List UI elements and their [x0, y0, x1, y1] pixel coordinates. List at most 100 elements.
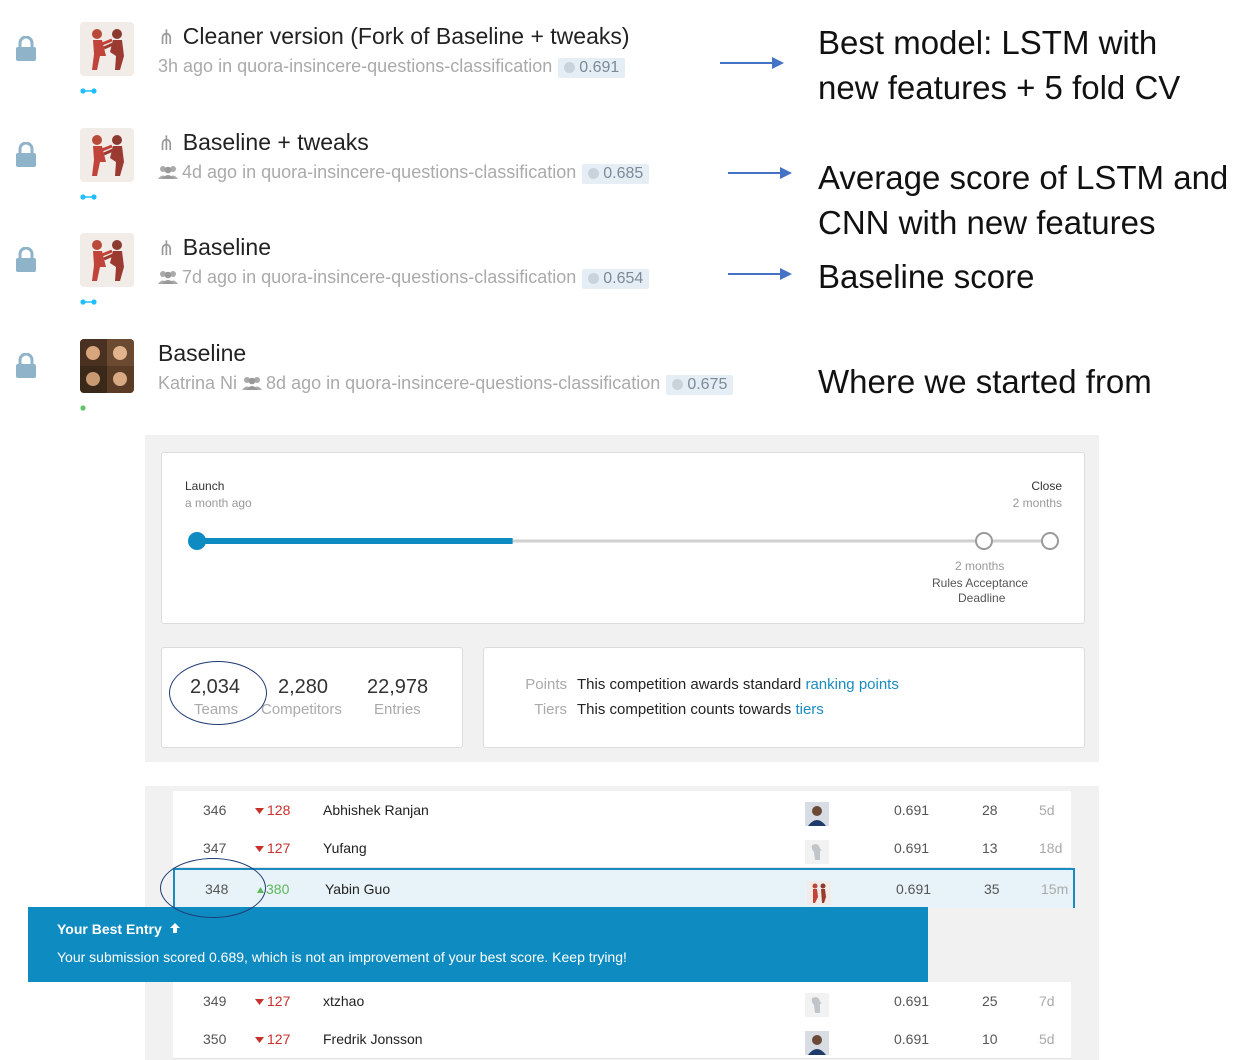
kernel-score: 0.685 — [603, 165, 644, 182]
kernel-score-badge: 0.685 — [582, 164, 650, 184]
launch-node — [188, 532, 206, 550]
kernel-in-word: in — [326, 373, 341, 393]
tiers-link[interactable]: tiers — [795, 701, 823, 718]
author-avatar[interactable] — [80, 22, 134, 76]
rank-change: 128 — [255, 802, 290, 818]
launch-label: Launch — [185, 479, 225, 493]
points-text: This competition awards standard ranking… — [577, 676, 899, 693]
kernel-title[interactable]: ⋔ Baseline + tweaks — [158, 129, 369, 156]
competitors-label: Competitors — [261, 701, 342, 718]
rank-change-value: 127 — [267, 993, 291, 1009]
kernel-age: 7d ago — [182, 267, 238, 287]
rank-change-value: 380 — [266, 881, 290, 897]
kernel-in-word: in — [242, 267, 257, 287]
kernel-competition[interactable]: quora-insincere-questions-classification — [261, 162, 576, 182]
team-name[interactable]: xtzhao — [323, 993, 364, 1009]
kernel-competition[interactable]: quora-insincere-questions-classification — [345, 373, 660, 393]
entries-label: Entries — [374, 701, 421, 718]
tiers-text: This competition counts towards tiers — [577, 701, 824, 718]
best-entry-banner: Your Best Entry Your submission scored 0… — [28, 907, 928, 982]
kernel-title-text: Cleaner version (Fork of Baseline + twea… — [182, 23, 630, 49]
author-avatar[interactable] — [80, 339, 134, 393]
arrow-down-icon — [255, 1031, 267, 1047]
kernel-competition[interactable]: quora-insincere-questions-classification — [237, 56, 552, 76]
kernel-score: 0.691 — [579, 59, 620, 76]
leaderboard-row[interactable]: 350 127 Fredrik Jonsson 0.691 10 5d — [173, 1020, 1071, 1059]
team-name[interactable]: Yufang — [323, 840, 367, 856]
rank-change-value: 128 — [267, 802, 291, 818]
lock-icon — [14, 35, 38, 62]
annotation-arrow — [728, 167, 792, 179]
launch-date: a month ago — [185, 496, 252, 510]
leaderboard-row[interactable]: 347 127 Yufang 0.691 13 18d — [173, 829, 1071, 868]
tiers-key: Tiers — [534, 701, 567, 718]
kernel-competition[interactable]: quora-insincere-questions-classification — [261, 267, 576, 287]
kernel-author[interactable]: Katrina Ni — [158, 373, 237, 393]
info-card: Points This competition awards standard … — [483, 647, 1085, 748]
competition-panel: Launch a month ago Close 2 months 2 mont… — [145, 435, 1099, 762]
rules-node — [975, 532, 993, 550]
fork-icon: ⋔ — [158, 27, 175, 49]
team-avatar[interactable] — [805, 993, 829, 1017]
entries-count: 22,978 — [367, 676, 429, 698]
teams-highlight-ellipse — [169, 661, 267, 725]
team-avatar[interactable] — [807, 881, 831, 905]
entries-count: 25 — [982, 993, 998, 1009]
leaderboard-score: 0.691 — [896, 881, 932, 897]
competitors-count: 2,280 — [278, 676, 329, 698]
ranking-points-link[interactable]: ranking points — [805, 676, 898, 693]
team-name[interactable]: Fredrik Jonsson — [323, 1031, 423, 1047]
rank-change-value: 127 — [267, 840, 291, 856]
author-avatar[interactable] — [80, 233, 134, 287]
team-name[interactable]: Abhishek Ranjan — [323, 802, 429, 818]
last-submission: 5d — [1039, 802, 1055, 818]
annotation-note: Best model: LSTM with — [818, 24, 1158, 61]
arrow-down-icon — [255, 993, 267, 1009]
team-name[interactable]: Yabin Guo — [325, 881, 390, 897]
tier-dots-icon — [80, 292, 100, 305]
leaderboard-row[interactable]: 348 380 Yabin Guo 0.691 35 15m — [173, 868, 1075, 908]
kernel-meta: 3h ago in quora-insincere-questions-clas… — [158, 56, 626, 78]
annotation-note: new features + 5 fold CV — [818, 69, 1181, 106]
author-avatar[interactable] — [80, 128, 134, 182]
team-avatar[interactable] — [805, 1031, 829, 1055]
timeline-track — [188, 532, 1059, 550]
close-date: 2 months — [1012, 496, 1062, 510]
annotation-note: Baseline score — [818, 258, 1035, 295]
team-icon — [158, 268, 178, 284]
kernel-score-badge: 0.654 — [582, 269, 650, 289]
kernel-title-text: Baseline — [158, 340, 247, 366]
rank-change: 127 — [255, 840, 290, 856]
rank-change: 127 — [255, 1031, 290, 1047]
team-avatar[interactable] — [805, 802, 829, 826]
best-entry-title: Your Best Entry — [57, 921, 162, 937]
milestone-label: Rules Acceptance — [932, 576, 1029, 590]
leaderboard-row[interactable]: 346 128 Abhishek Ranjan 0.691 28 5d — [173, 791, 1071, 830]
score-medal-icon — [564, 62, 576, 73]
score-medal-icon — [588, 168, 600, 179]
annotation-note: CNN with new features — [818, 204, 1156, 241]
leaderboard-score: 0.691 — [894, 840, 930, 856]
last-submission: 7d — [1039, 993, 1055, 1009]
rank-highlight-ellipse — [160, 858, 266, 918]
entries-count: 10 — [982, 1031, 998, 1047]
kernel-title[interactable]: ⋔ Baseline — [158, 234, 271, 261]
arrow-down-icon — [255, 802, 267, 818]
kernel-score-badge: 0.691 — [558, 58, 626, 78]
last-submission: 18d — [1039, 840, 1063, 856]
annotation-note: Where we started from — [818, 363, 1152, 400]
kernel-title[interactable]: ⋔ Cleaner version (Fork of Baseline + twe… — [158, 23, 630, 50]
team-avatar[interactable] — [805, 840, 829, 864]
kernel-age: 8d ago — [266, 373, 322, 393]
kernel-title[interactable]: Baseline — [158, 340, 246, 367]
rank: 349 — [203, 993, 227, 1009]
points-key: Points — [525, 676, 567, 693]
close-node — [1041, 532, 1059, 550]
leaderboard-row[interactable]: 349 127 xtzhao 0.691 25 7d — [173, 982, 1071, 1021]
rank: 350 — [203, 1031, 227, 1047]
score-medal-icon — [672, 379, 684, 390]
leaderboard-score: 0.691 — [894, 993, 930, 1009]
kernel-title-text: Baseline — [182, 234, 271, 260]
annotation-note: Average score of LSTM and — [818, 159, 1229, 196]
tier-dots-icon — [80, 81, 100, 94]
